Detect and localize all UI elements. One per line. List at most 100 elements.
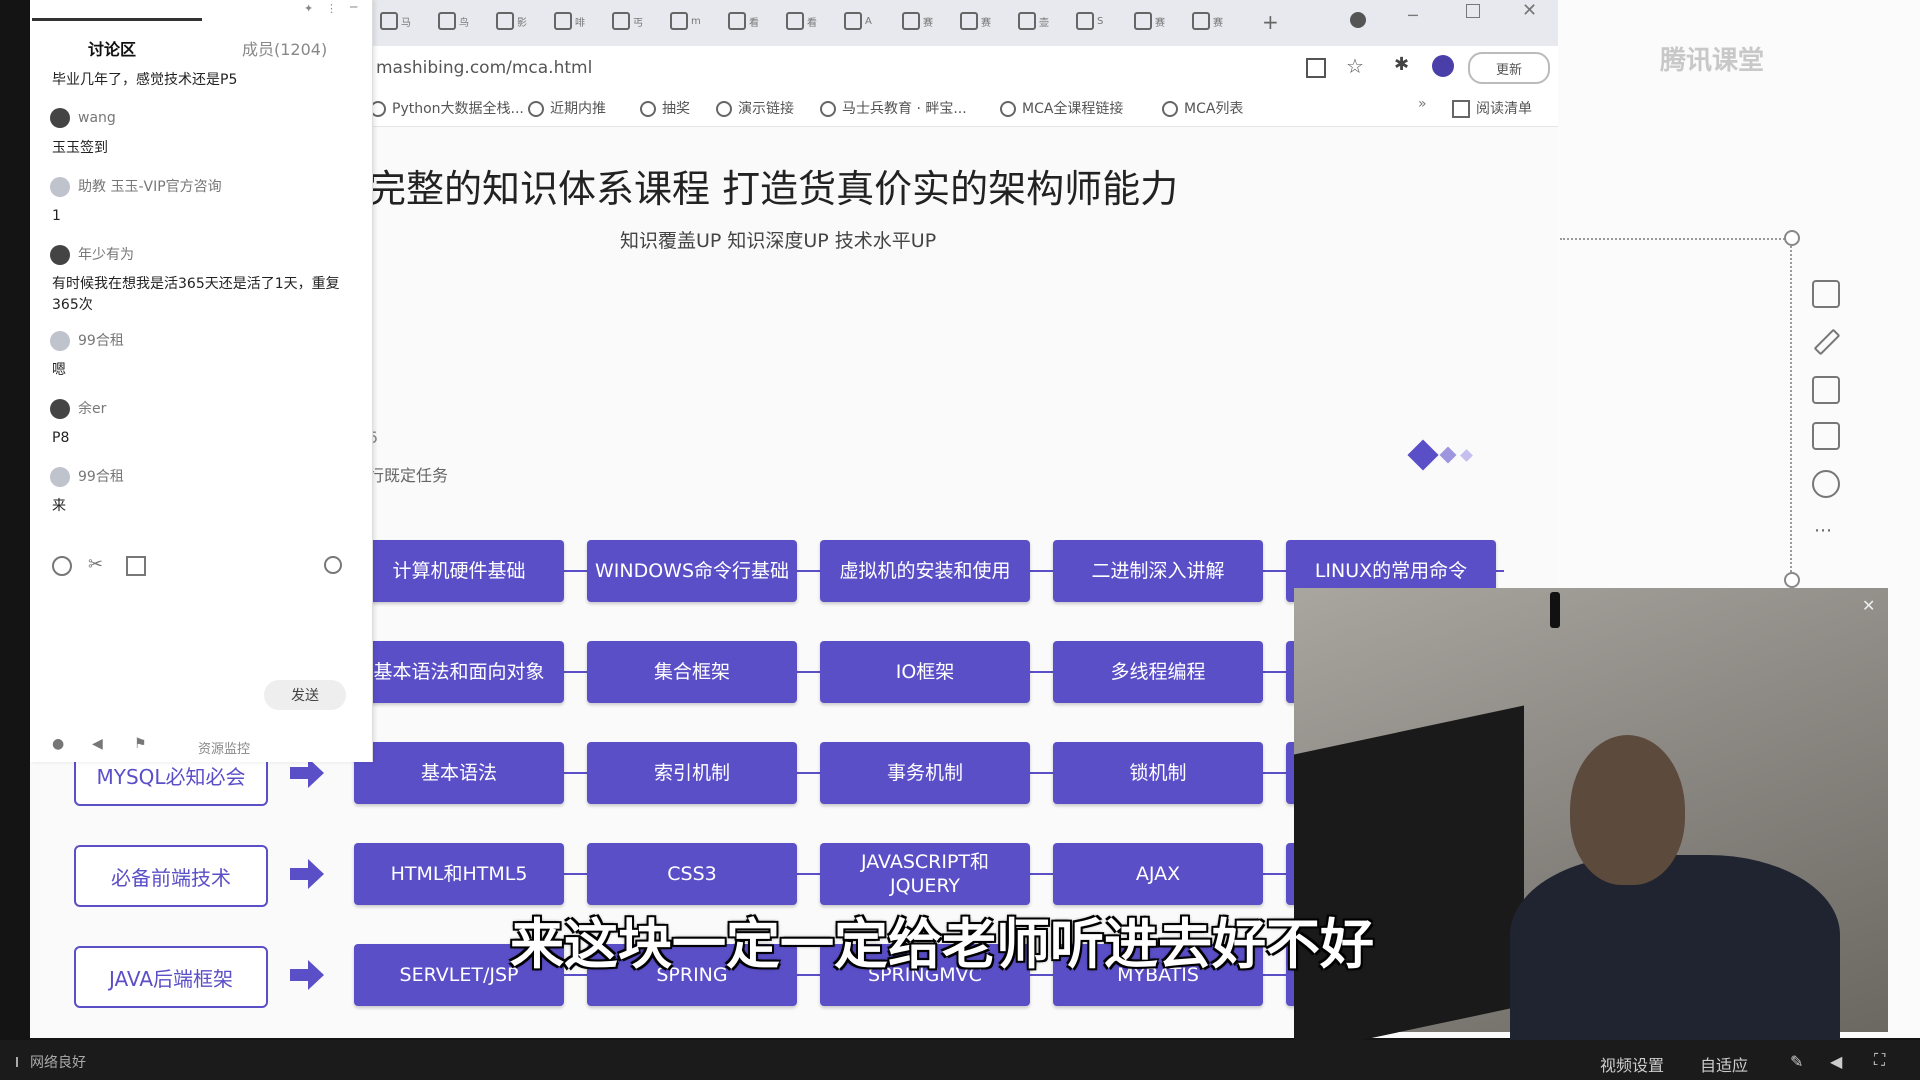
bookmark-item[interactable]: 近期内推 (528, 98, 606, 118)
chat-username[interactable]: wang (50, 108, 116, 128)
webcam-monitor (1294, 705, 1524, 1055)
fullscreen-icon[interactable]: ⛶ (1874, 1050, 1885, 1070)
profile-avatar[interactable] (1432, 55, 1454, 77)
browser-tab[interactable]: 马 (380, 12, 428, 32)
tab-discussion[interactable]: 讨论区 (88, 36, 136, 60)
image-icon[interactable] (126, 556, 146, 576)
chat-username[interactable]: 99合租 (50, 466, 124, 487)
course-module[interactable]: 集合框架 (587, 641, 797, 703)
bookmark-icon (528, 101, 544, 117)
browser-tab[interactable]: 赛 (960, 12, 1008, 32)
browser-tab[interactable]: 看 (728, 12, 776, 32)
minimize-icon[interactable]: ─ (1408, 6, 1418, 25)
course-category[interactable]: JAVA后端框架 (74, 946, 268, 1008)
extension-icon[interactable] (1350, 12, 1366, 28)
avatar[interactable] (50, 177, 70, 197)
course-module[interactable]: 基本语法和面向对象 (354, 641, 564, 703)
webcam-drag-handle[interactable] (1550, 592, 1560, 628)
avatar[interactable] (50, 245, 70, 265)
bookmark-item[interactable]: MCA全课程链接 (1000, 98, 1123, 118)
adaptive-button[interactable]: 自适应 (1700, 1052, 1748, 1076)
course-module[interactable]: 基本语法 (354, 742, 564, 804)
reading-list-icon (1452, 100, 1470, 118)
chat-username[interactable]: 年少有为 (50, 244, 134, 265)
pen-tool-icon[interactable]: ✎ (1790, 1052, 1803, 1071)
bookmark-item[interactable]: 抽奖 (640, 98, 690, 118)
chat-username[interactable]: 99合租 (50, 330, 124, 351)
browser-tab[interactable]: 赛 (902, 12, 950, 32)
bookmarks-more-icon[interactable]: » (1418, 96, 1427, 112)
course-module[interactable]: 锁机制 (1053, 742, 1263, 804)
layers-icon[interactable] (1812, 280, 1840, 308)
course-module[interactable]: 二进制深入讲解 (1053, 540, 1263, 602)
url-field[interactable]: mashibing.com/mca.html (376, 58, 592, 78)
course-module[interactable]: 事务机制 (820, 742, 1030, 804)
close-window-icon[interactable]: ✕ (1522, 0, 1537, 21)
browser-tab[interactable]: 壶 (1018, 12, 1066, 32)
speaker-icon[interactable]: ◀ (92, 736, 103, 752)
chat-more-icon[interactable]: ⋮ (326, 2, 337, 15)
browser-tab[interactable]: 赛 (1192, 12, 1240, 32)
course-module[interactable]: IO框架 (820, 641, 1030, 703)
resize-handle[interactable] (1784, 572, 1800, 588)
eraser-icon[interactable] (1812, 376, 1840, 404)
course-module[interactable]: 索引机制 (587, 742, 797, 804)
avatar[interactable] (50, 399, 70, 419)
webcam-close-icon[interactable]: ✕ (1862, 596, 1875, 615)
browser-tab[interactable]: 赛 (1134, 12, 1182, 32)
bookmark-item[interactable]: Python大数据全栈... (370, 98, 524, 118)
emoji-icon[interactable] (52, 556, 72, 576)
course-module[interactable]: HTML和HTML5 (354, 843, 564, 905)
bookmark-item[interactable]: MCA列表 (1162, 98, 1243, 118)
microphone-icon[interactable]: ● (52, 736, 64, 752)
resource-monitor-label[interactable]: 资源监控 (198, 738, 250, 757)
browser-tab[interactable]: m (670, 12, 718, 32)
arrow-right-icon (290, 859, 326, 889)
avatar[interactable] (50, 108, 70, 128)
avatar[interactable] (50, 467, 70, 487)
extensions-puzzle-icon[interactable]: ✱ (1394, 54, 1409, 75)
frame-icon[interactable] (1812, 422, 1840, 450)
chat-username[interactable]: 余er (50, 398, 106, 419)
update-button[interactable]: 更新 (1468, 52, 1550, 84)
resize-handle[interactable] (1784, 230, 1800, 246)
browser-tab[interactable]: 影 (496, 12, 544, 32)
browser-tab[interactable]: A (844, 12, 892, 32)
browser-tab[interactable]: S (1076, 12, 1124, 32)
course-module[interactable]: WINDOWS命令行基础 (587, 540, 797, 602)
course-module[interactable]: JAVASCRIPT和 JQUERY (820, 843, 1030, 905)
chat-minimize-icon[interactable]: ─ (350, 0, 357, 14)
volume-icon[interactable]: ◀ (1830, 1052, 1842, 1071)
flag-icon[interactable]: ⚑ (134, 736, 147, 752)
reading-list-button[interactable]: 阅读清单 (1452, 98, 1532, 118)
maximize-icon[interactable] (1466, 4, 1480, 18)
course-module[interactable]: 多线程编程 (1053, 641, 1263, 703)
browser-tab[interactable]: 啡 (554, 12, 602, 32)
pointer-icon[interactable] (1812, 470, 1840, 498)
bookmark-item[interactable]: 演示链接 (716, 98, 794, 118)
course-module[interactable]: CSS3 (587, 843, 797, 905)
selection-outline (1560, 238, 1792, 242)
browser-tab[interactable]: 丐 (612, 12, 660, 32)
browser-tab[interactable]: 鸟 (438, 12, 486, 32)
chat-pin-icon[interactable]: ✦ (304, 2, 313, 15)
settings-gear-icon[interactable] (324, 556, 342, 574)
more-icon[interactable]: ⋯ (1814, 520, 1832, 541)
new-tab-button[interactable]: + (1262, 10, 1279, 34)
avatar[interactable] (50, 331, 70, 351)
bookmark-star-icon[interactable]: ☆ (1346, 54, 1364, 78)
video-settings-button[interactable]: 视频设置 (1600, 1052, 1664, 1076)
username-label: wang (78, 110, 116, 126)
tab-members[interactable]: 成员(1204) (242, 36, 327, 60)
course-category[interactable]: 必备前端技术 (74, 845, 268, 907)
send-button[interactable]: 发送 (264, 680, 346, 710)
bookmark-label: Python大数据全栈... (392, 101, 524, 117)
browser-tab[interactable]: 看 (786, 12, 834, 32)
chat-username[interactable]: 助教 玉玉-VIP官方咨询 (50, 176, 222, 197)
qr-code-icon[interactable] (1306, 58, 1326, 78)
scissors-icon[interactable]: ✂ (88, 554, 103, 575)
course-module[interactable]: AJAX (1053, 843, 1263, 905)
course-module[interactable]: 计算机硬件基础 (354, 540, 564, 602)
course-module[interactable]: 虚拟机的安装和使用 (820, 540, 1030, 602)
bookmark-item[interactable]: 马士兵教育 · 畔宝... (820, 98, 967, 118)
